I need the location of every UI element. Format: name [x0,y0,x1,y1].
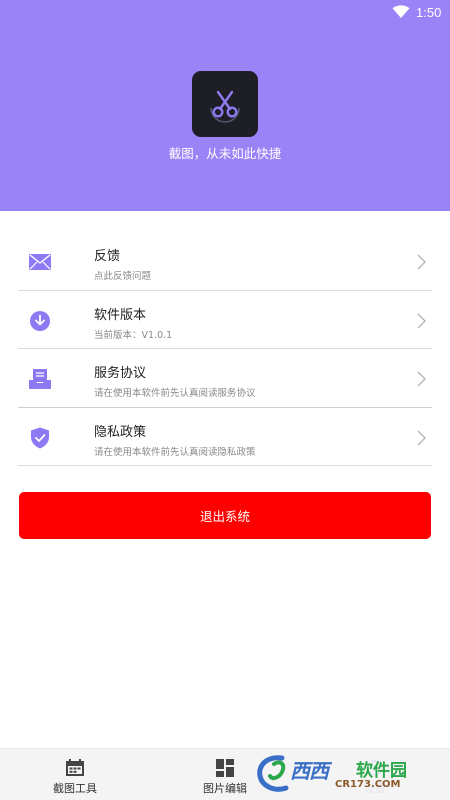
status-time: 1:50 [416,5,442,20]
menu-item-title: 软件版本 [94,307,147,323]
menu-item-subtitle: 当前版本：V1.0.1 [94,329,173,341]
menu-item-privacy-policy[interactable]: 隐私政策 请在使用本软件前先认真阅读隐私政策 [18,408,432,466]
logout-button[interactable]: 退出系统 [19,492,431,539]
tab-screenshot-tool[interactable]: 截图工具 [0,749,150,800]
menu-item-service-agreement[interactable]: 服务协议 请在使用本软件前先认真阅读服务协议 [18,349,432,408]
settings-menu: 反馈 点此反馈问题 软件版本 当前版本：V1.0.1 服务协议 请在使用本软件前… [18,232,432,466]
download-icon [30,310,50,331]
scissors-icon [210,90,240,123]
menu-item-title: 隐私政策 [94,424,147,440]
chevron-right-icon [417,254,426,270]
menu-item-subtitle: 请在使用本软件前先认真阅读服务协议 [94,388,256,399]
menu-item-subtitle: 点此反馈问题 [94,271,152,282]
watermark-brand: 西西 [290,759,329,783]
grid-icon [216,759,234,777]
chevron-right-icon [417,371,426,387]
menu-item-feedback[interactable]: 反馈 点此反馈问题 [18,232,432,291]
header-banner: 1:50 截图，从未如此快捷 [0,0,450,211]
tab-label: 截图工具 [53,782,97,795]
watermark-suffix: 软件园 [356,761,407,781]
app-logo [192,71,258,137]
shield-check-icon [31,427,49,448]
app-slogan: 截图，从未如此快捷 [168,146,282,161]
menu-item-version[interactable]: 软件版本 当前版本：V1.0.1 [18,291,432,349]
menu-item-title: 服务协议 [94,366,147,381]
menu-item-title: 反馈 [94,249,121,264]
wifi-icon [392,5,410,18]
chevron-right-icon [417,313,426,328]
watermark-url: CR173.COM [335,779,401,790]
status-bar: 1:50 [0,0,450,26]
menu-item-subtitle: 请在使用本软件前先认真阅读隐私政策 [94,446,256,458]
mail-icon [29,254,51,270]
document-tray-icon [29,369,51,389]
chevron-right-icon [417,430,426,445]
calendar-icon [66,759,84,776]
